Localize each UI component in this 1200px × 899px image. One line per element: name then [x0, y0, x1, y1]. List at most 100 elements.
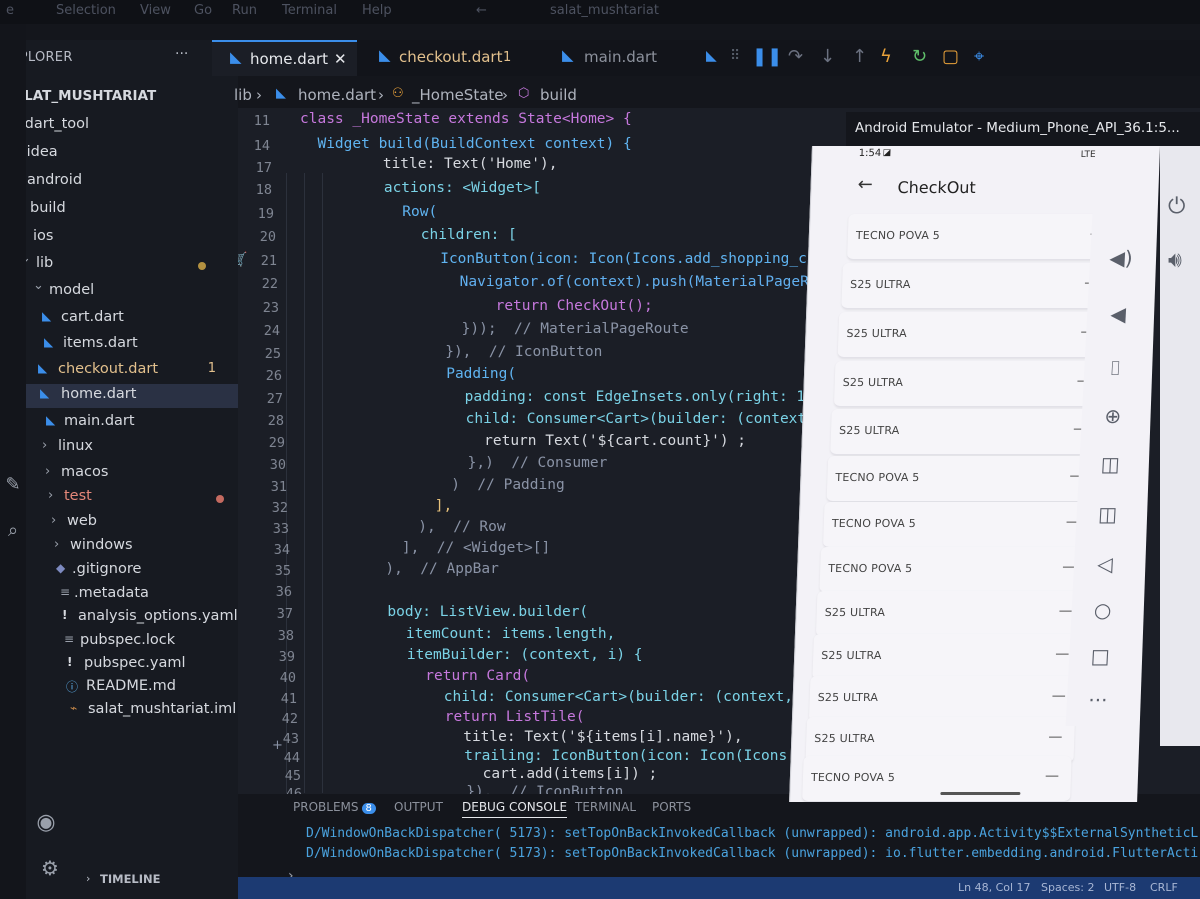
pause-icon[interactable]: ❚❚	[752, 46, 782, 67]
nav-overview-icon[interactable]: □	[1069, 644, 1132, 668]
tree-item-checkout-dart[interactable]: ◣ checkout.dart 1	[0, 359, 238, 383]
tree-item-gitignore[interactable]: ◆ .gitignore	[0, 559, 238, 583]
more-actions-icon[interactable]: ···	[175, 46, 188, 62]
remove-icon[interactable]: —	[1048, 729, 1063, 745]
code-line: ), // AppBar	[333, 561, 499, 577]
zoom-icon[interactable]: ⊕	[1081, 404, 1144, 428]
console-log-line: D/WindowOnBackDispatcher( 5173): setTopO…	[306, 826, 1199, 841]
tree-item-metadata[interactable]: ≡ .metadata	[0, 583, 238, 607]
tree-item-pubspec-lock[interactable]: ≡ pubspec.lock	[0, 630, 238, 654]
back-arrow-icon[interactable]: ←	[857, 174, 873, 195]
code-line: title: Text('${items[i].name}'),	[341, 729, 743, 745]
remove-icon[interactable]: —	[1052, 688, 1067, 704]
volume-up-icon[interactable]: 🔊︎	[1168, 248, 1182, 273]
tree-item-pubspec-yaml[interactable]: ! pubspec.yaml	[0, 653, 238, 677]
tab-debug-console[interactable]: DEBUG CONSOLE	[462, 800, 568, 818]
tree-item-ios[interactable]: › ios	[0, 226, 238, 250]
tree-item-label: lib	[36, 255, 54, 271]
sticky-code-line: class _HomeState extends State<Home> {	[300, 111, 632, 127]
nav-home-icon[interactable]: ○	[1071, 598, 1134, 622]
breadcrumb-lib[interactable]: lib	[234, 86, 252, 104]
search-icon[interactable]: ⌕	[0, 520, 26, 541]
tab-ports[interactable]: PORTS	[652, 800, 691, 814]
menu-item-view[interactable]: View	[140, 3, 171, 18]
nav-back-icon[interactable]: ◁	[1073, 552, 1136, 576]
stop-icon[interactable]: ▢	[942, 46, 959, 67]
network-indicator: LTE	[1080, 150, 1096, 160]
volume-down-icon[interactable]: ◀︎	[1087, 302, 1150, 326]
line-ending[interactable]: CRLF	[1150, 881, 1178, 894]
encoding[interactable]: UTF-8	[1104, 881, 1136, 894]
power-icon[interactable]: ⏻	[1168, 194, 1185, 219]
account-icon[interactable]: ◉	[34, 810, 58, 835]
menu-item-terminal[interactable]: Terminal	[282, 3, 337, 18]
volume-up-icon[interactable]: ◀︎)	[1090, 246, 1153, 270]
tree-item-cart-dart[interactable]: ◣ cart.dart	[0, 307, 238, 331]
code-line: padding: const EdgeInsets.only(right: 10…	[325, 389, 832, 405]
cursor-position[interactable]: Ln 48, Col 17	[958, 881, 1031, 894]
rotate-left-icon[interactable]: ◫	[1079, 452, 1142, 476]
home-indicator[interactable]	[940, 792, 1021, 795]
tree-item-label: salat_mushtariat.iml	[88, 701, 237, 717]
breadcrumb-file[interactable]: home.dart	[298, 86, 376, 104]
step-into-icon[interactable]: ↓	[820, 46, 835, 67]
tree-item-windows[interactable]: › windows	[0, 535, 238, 559]
tree-item-items-dart[interactable]: ◣ items.dart	[0, 333, 238, 357]
tree-item-android[interactable]: › android	[0, 170, 238, 194]
tree-item-build[interactable]: › build	[0, 198, 238, 222]
menu-item-help[interactable]: Help	[362, 3, 392, 18]
indentation[interactable]: Spaces: 2	[1041, 881, 1094, 894]
tree-item-test[interactable]: › test	[0, 486, 238, 510]
tab-checkout-dart[interactable]: ◣ checkout.dart 1	[357, 40, 537, 76]
tree-item-main-dart[interactable]: ◣ main.dart	[0, 411, 238, 435]
emulator-sidebar-edge: ⏻ 🔊︎	[1160, 146, 1200, 746]
tree-item-analysis-options[interactable]: ! analysis_options.yaml	[0, 606, 238, 630]
chevron-right-icon: ›	[51, 513, 57, 528]
tree-item-lib[interactable]: ⌄ lib	[0, 251, 238, 277]
tab-terminal[interactable]: TERMINAL	[575, 800, 636, 814]
tree-item-iml[interactable]: ⌁ salat_mushtariat.iml	[0, 699, 238, 723]
menu-item[interactable]: e	[6, 3, 14, 18]
more-options-icon[interactable]: ···	[1066, 688, 1129, 712]
tree-item-label: pubspec.lock	[80, 632, 176, 648]
step-over-icon[interactable]: ↷	[788, 46, 803, 67]
menu-item-go[interactable]: Go	[194, 3, 212, 18]
gear-icon[interactable]: ⚙	[38, 856, 62, 880]
timeline-section[interactable]: TIMELINE	[100, 872, 161, 886]
menu-item-run[interactable]: Run	[232, 3, 257, 18]
line-number: 11	[253, 113, 270, 129]
rotate-right-icon[interactable]: ◫	[1076, 502, 1139, 526]
project-folder[interactable]: SALAT_MUSHTARIAT	[4, 88, 156, 104]
tab-problems[interactable]: PROBLEMS 8	[293, 800, 376, 814]
remove-icon[interactable]: —	[1055, 646, 1070, 662]
item-name: TECNO POVA 5	[828, 562, 913, 575]
menu-item-selection[interactable]: Selection	[56, 3, 116, 18]
restart-icon[interactable]: ↻	[912, 46, 927, 67]
drag-handle-icon[interactable]: ⠿	[730, 48, 740, 64]
tree-item-home-dart[interactable]: ◣ home.dart	[18, 384, 238, 408]
camera-icon[interactable]: ⌷	[1084, 356, 1147, 380]
tree-item-label: windows	[70, 537, 133, 553]
remove-icon[interactable]: —	[1045, 768, 1060, 784]
step-out-icon[interactable]: ↑	[852, 46, 867, 67]
inspect-widget-icon[interactable]: ⌖	[974, 46, 984, 67]
tree-item-idea[interactable]: › .idea	[0, 142, 238, 166]
back-arrow-icon[interactable]: ←	[476, 3, 487, 18]
error-dot-icon	[216, 495, 224, 503]
tree-item-macos[interactable]: › macos	[0, 462, 238, 486]
command-center-search[interactable]: salat_mushtariat	[550, 3, 659, 18]
tab-main-dart[interactable]: ◣ main.dart	[552, 40, 682, 76]
tab-output[interactable]: OUTPUT	[394, 800, 443, 814]
tree-item-web[interactable]: › web	[0, 511, 238, 535]
tree-item-dart-tool[interactable]: › .dart_tool	[0, 114, 238, 138]
close-icon[interactable]: ✕	[334, 50, 347, 68]
breadcrumb-class[interactable]: _HomeState	[412, 86, 504, 104]
extensions-icon[interactable]: ✎	[0, 474, 26, 495]
tree-item-model[interactable]: ⌄ model	[0, 278, 238, 304]
tree-item-readme[interactable]: ⓘ README.md	[0, 676, 238, 700]
hot-reload-icon[interactable]: ϟ	[880, 46, 892, 67]
line-number: 31	[270, 479, 287, 495]
breadcrumb-method[interactable]: build	[540, 86, 577, 104]
tab-home-dart[interactable]: ◣ home.dart ✕	[212, 40, 357, 76]
tree-item-linux[interactable]: › linux	[0, 436, 238, 460]
